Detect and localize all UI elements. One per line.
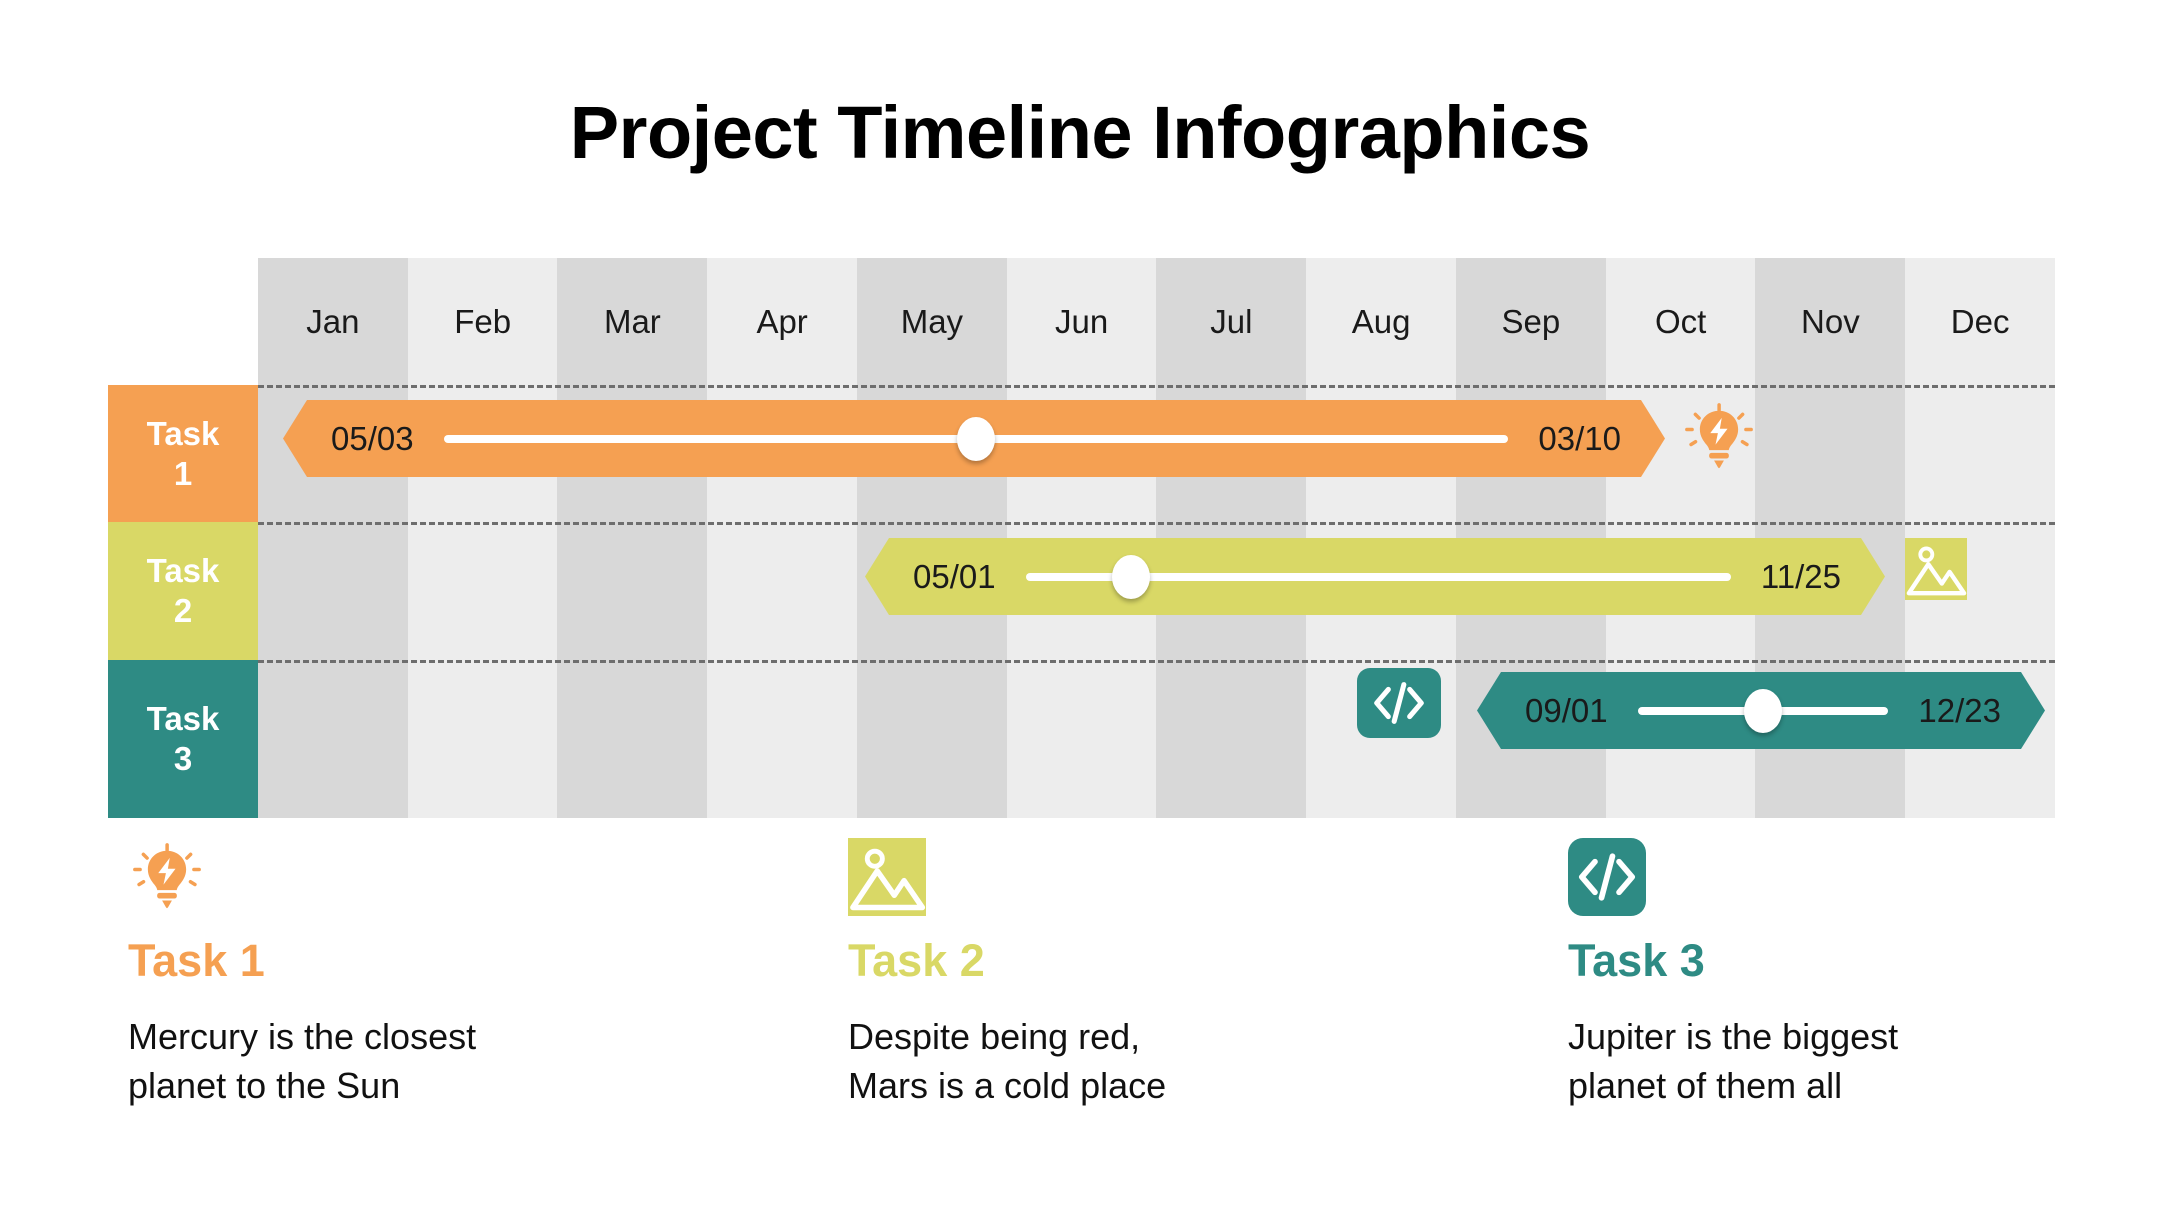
- month-label-jan: Jan: [306, 303, 360, 340]
- legend-title-3: Task 3: [1568, 935, 1705, 986]
- month-label-mar: Mar: [603, 303, 661, 340]
- gantt-end-date-3: 12/23: [1918, 692, 2001, 729]
- lightbulb-bolt-icon: [1685, 403, 1753, 469]
- month-label-oct: Oct: [1654, 303, 1707, 340]
- month-label-nov: Nov: [1801, 303, 1860, 340]
- legend-description-3: Jupiter is the biggest planet of them al…: [1568, 1016, 1899, 1106]
- row-divider-top: [258, 385, 2055, 388]
- image-mountain-icon: [848, 838, 926, 916]
- month-label-dec: Dec: [1950, 303, 2010, 340]
- progress-track-2[interactable]: [1026, 573, 1731, 581]
- row-divider-1: [258, 522, 2055, 525]
- month-label-apr: Apr: [756, 303, 808, 340]
- task-label-3[interactable]: Task 3: [108, 660, 258, 818]
- legend-title-1: Task 1: [128, 935, 265, 986]
- gantt-start-date-3: 09/01: [1525, 692, 1608, 729]
- task-label-line1: Task: [146, 552, 220, 590]
- legend-item-1[interactable]: Task 1 Mercury is the closest planet to t…: [0, 838, 720, 1110]
- gantt-start-date-1: 05/03: [331, 420, 414, 457]
- progress-handle-1[interactable]: [957, 417, 995, 461]
- month-label-feb: Feb: [454, 303, 512, 340]
- gantt-end-date-2: 11/25: [1760, 558, 1841, 595]
- legend-item-3[interactable]: Task 3 Jupiter is the biggest planet of t…: [1440, 838, 2160, 1110]
- progress-track-3[interactable]: [1638, 707, 1889, 715]
- lightbulb-bolt-icon: [133, 843, 201, 909]
- progress-handle-3[interactable]: [1744, 689, 1782, 733]
- gantt-icon-task-2[interactable]: [1900, 538, 1972, 600]
- task-label-line1: Task: [146, 414, 220, 452]
- progress-handle-2[interactable]: [1112, 555, 1150, 599]
- code-brackets-icon: [1374, 682, 1424, 724]
- gantt-bar-task-2[interactable]: 05/01 11/25: [865, 538, 1885, 615]
- task-label-line1: Task: [146, 700, 220, 738]
- gantt-icon-task-1[interactable]: [1680, 398, 1758, 476]
- legend-title-2: Task 2: [848, 935, 985, 986]
- gantt-icon-task-3[interactable]: [1357, 668, 1441, 738]
- gantt-end-date-1: 03/10: [1538, 420, 1621, 457]
- task-label-line2: 1: [173, 454, 193, 492]
- month-label-sep: Sep: [1501, 303, 1561, 340]
- code-brackets-icon: [1579, 853, 1635, 901]
- legend-icon-3: [1568, 838, 1646, 916]
- legend-item-2[interactable]: Task 2 Despite being red, Mars is a cold …: [720, 838, 1440, 1110]
- page-title: Project Timeline Infographics: [569, 91, 1591, 174]
- month-label-may: May: [900, 303, 964, 340]
- row-divider-2: [258, 660, 2055, 663]
- legend-description-1: Mercury is the closest planet to the Sun: [128, 1016, 477, 1106]
- task-label-line2: 2: [173, 592, 193, 629]
- task-label-line2: 3: [173, 740, 193, 777]
- gantt-start-date-2: 05/01: [913, 558, 996, 595]
- gantt-bar-task-3[interactable]: 09/01 12/23: [1477, 672, 2045, 749]
- month-label-aug: Aug: [1351, 303, 1411, 340]
- task-label-2[interactable]: Task 2: [108, 522, 258, 660]
- legend-row: Task 1 Mercury is the closest planet to t…: [0, 838, 2160, 1110]
- legend-description-2: Despite being red, Mars is a cold place: [848, 1016, 1167, 1106]
- month-label-jun: Jun: [1055, 303, 1109, 340]
- legend-icon-1: [128, 838, 206, 916]
- month-header-row: Jan Feb Mar Apr May Jun Jul Aug Sep Oct Nov Dec: [258, 258, 2055, 385]
- task-label-column: Task 1 Task 2 Task 3: [108, 385, 258, 818]
- legend-icon-2: [848, 838, 926, 916]
- task-label-1[interactable]: Task 1: [108, 385, 258, 522]
- progress-track-1[interactable]: [444, 435, 1509, 443]
- gantt-bar-task-1[interactable]: 05/03 03/10: [283, 400, 1665, 477]
- month-label-jul: Jul: [1210, 303, 1253, 340]
- image-mountain-icon: [1905, 538, 1967, 600]
